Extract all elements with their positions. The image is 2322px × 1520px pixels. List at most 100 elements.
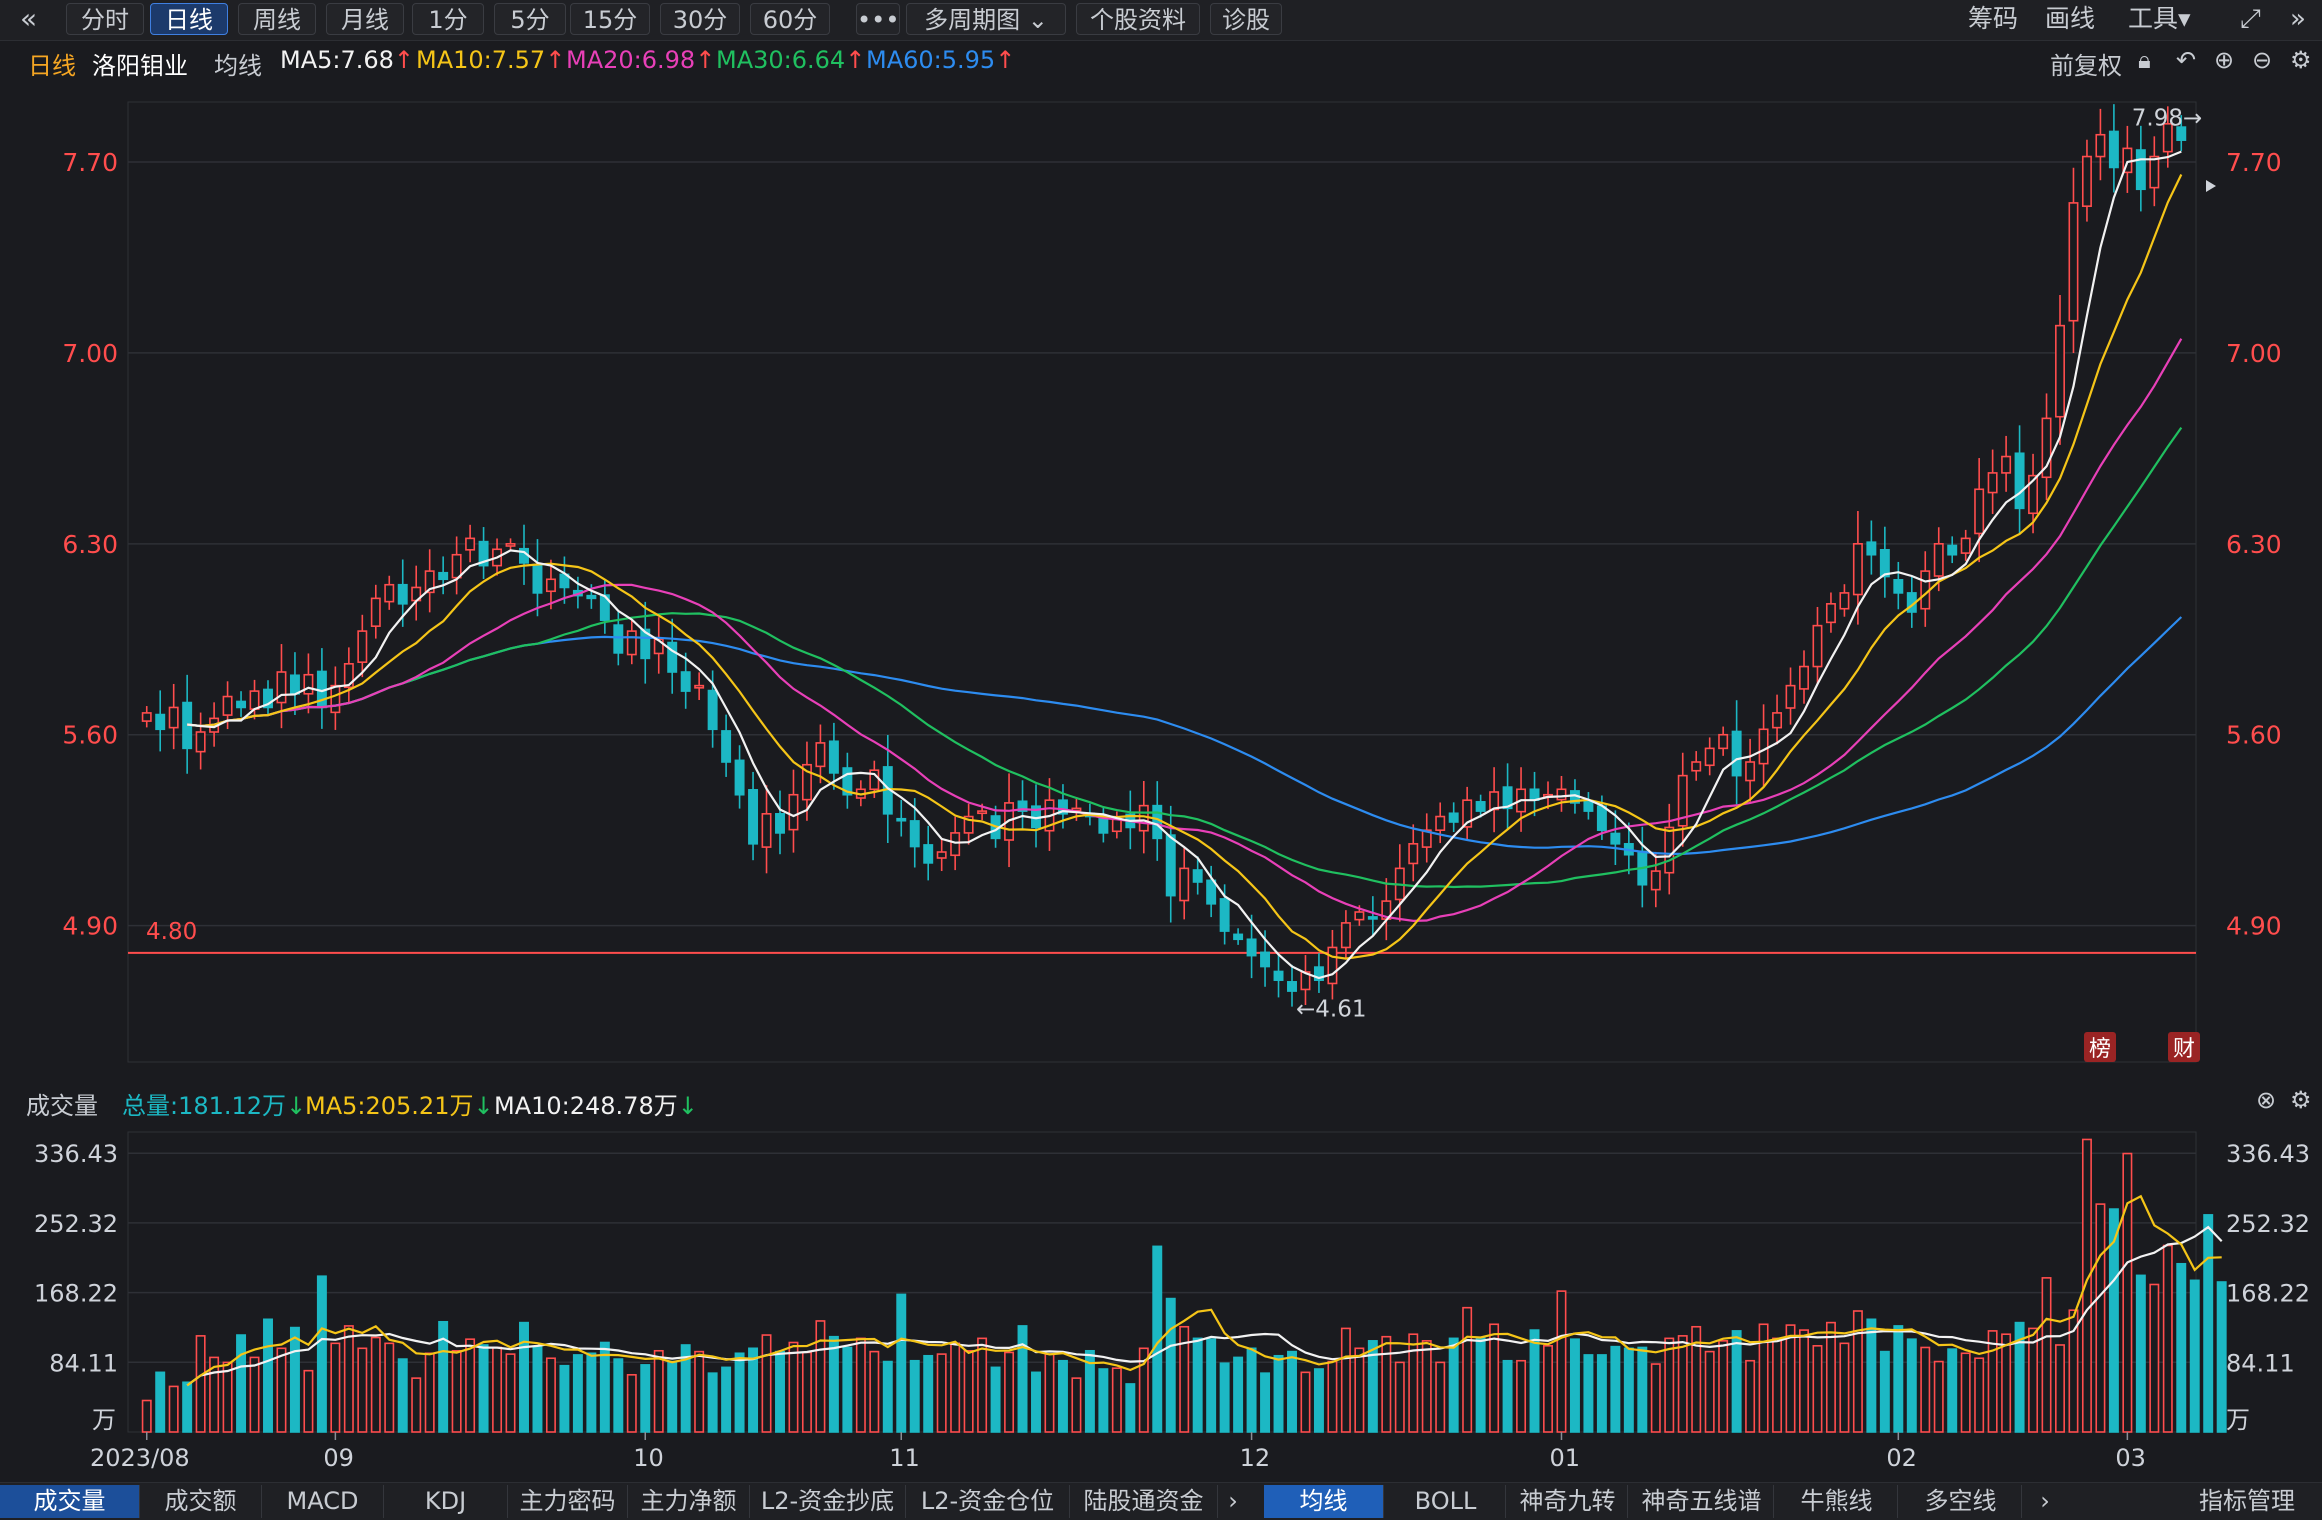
volume-bar <box>411 1377 422 1433</box>
volume-bar <box>1004 1351 1015 1433</box>
candle-body <box>195 731 206 753</box>
month-label: 10 <box>633 1444 664 1472</box>
volume-bar <box>1233 1356 1244 1433</box>
volume-bar <box>303 1369 314 1433</box>
high-annotation: 7.98→ <box>2132 106 2202 132</box>
candle-body <box>936 851 947 859</box>
candle-body <box>1596 805 1607 831</box>
candle-body <box>397 583 408 605</box>
month-label: 11 <box>889 1444 920 1472</box>
volume-bar <box>2189 1279 2200 1433</box>
overlay-tab-3[interactable]: 神奇五线谱 <box>1630 1485 1774 1518</box>
volume-bar <box>1017 1325 1028 1433</box>
volume-bar <box>1745 1359 1756 1433</box>
candle-body <box>1475 801 1486 812</box>
candle-body <box>545 578 556 593</box>
price-tick-left: 4.90 <box>62 912 118 941</box>
volume-tick-left: 252.32 <box>34 1210 118 1238</box>
overlay-tab-4[interactable]: 牛熊线 <box>1776 1485 1898 1518</box>
volume-bar <box>1071 1377 1082 1433</box>
candle-body <box>667 641 678 673</box>
candle-body <box>1825 603 1836 624</box>
volume-bar <box>2055 1344 2065 1433</box>
price-tick-left: 5.60 <box>62 721 118 750</box>
volume-unit-left: 万 <box>92 1406 116 1434</box>
badge-0[interactable]: 榜 <box>2089 1037 2111 1062</box>
volume-tick-right: 84.11 <box>2226 1349 2295 1377</box>
overlay-tab-5[interactable]: 多空线 <box>1900 1485 2022 1518</box>
volume-bar <box>896 1293 907 1433</box>
volume-bar <box>1192 1337 1203 1433</box>
volume-bar <box>478 1344 489 1433</box>
candle-body <box>1098 817 1109 834</box>
candle-body <box>384 583 395 603</box>
volume-bar <box>384 1342 395 1433</box>
volume-bar <box>1677 1335 1688 1433</box>
price-tick-right: 5.60 <box>2226 721 2282 750</box>
volume-bar <box>828 1335 839 1433</box>
bottom-tab-4[interactable]: 主力密码 <box>508 1485 628 1518</box>
volume-bar <box>1435 1361 1446 1433</box>
candle-body <box>1367 916 1378 920</box>
volume-bar <box>1569 1338 1580 1433</box>
candle-body <box>1799 665 1809 690</box>
bottom-tab-2[interactable]: MACD <box>262 1485 384 1518</box>
candle-body <box>1583 800 1594 812</box>
volume-bar <box>923 1354 934 1433</box>
volume-bar <box>761 1334 772 1433</box>
bottom-tab-0[interactable]: 成交量 <box>0 1485 140 1518</box>
volume-bar <box>1206 1338 1217 1433</box>
candle-body <box>465 537 476 551</box>
overlay-tab-0[interactable]: 均线 <box>1264 1485 1384 1518</box>
volume-bar <box>1354 1347 1365 1433</box>
overlay-tab-1[interactable]: BOLL <box>1386 1485 1506 1518</box>
volume-bar <box>330 1342 341 1433</box>
candle-body <box>1179 867 1190 902</box>
candle-body <box>680 671 691 692</box>
volume-bar <box>505 1353 516 1433</box>
kline-chart[interactable]: 7.70 7.70 7.00 7.00 6.30 6.30 5.60 5.60 4.90 4.90… <box>0 0 2322 1519</box>
candle-body <box>289 674 300 695</box>
bottom-tab-3[interactable]: KDJ <box>384 1485 508 1518</box>
volume-bar <box>1893 1325 1904 1433</box>
bottom-tab-6[interactable]: L2-资金抄底 <box>750 1485 906 1518</box>
volume-bar <box>1731 1330 1742 1433</box>
candle-body <box>1987 472 1998 494</box>
volume-bar <box>977 1337 988 1433</box>
candle-body <box>748 789 759 845</box>
candle-body <box>1219 898 1230 932</box>
volume-bar <box>1300 1371 1311 1433</box>
candle-body <box>815 742 826 768</box>
chevron-right-icon[interactable]: › <box>1218 1485 1248 1518</box>
chevron-right-icon[interactable]: › <box>2030 1485 2060 1518</box>
badge-1[interactable]: 财 <box>2173 1037 2195 1062</box>
bottom-tab-1[interactable]: 成交额 <box>140 1485 262 1518</box>
candle-body <box>141 712 152 722</box>
price-tick-left: 6.30 <box>62 530 118 559</box>
volume-bar <box>1246 1347 1257 1433</box>
volume-bar <box>357 1347 368 1433</box>
candle-body <box>1731 730 1742 777</box>
volume-bar <box>141 1399 152 1433</box>
volume-bar <box>1987 1330 1998 1433</box>
indicator-manage-button[interactable]: 指标管理 <box>2172 1485 2322 1518</box>
volume-bar <box>1596 1354 1607 1433</box>
volume-bar <box>1044 1353 1055 1433</box>
candle-body <box>1152 804 1163 840</box>
volume-bar <box>640 1364 651 1433</box>
candle-body <box>451 553 462 579</box>
volume-bar <box>653 1349 664 1433</box>
bottom-tab-7[interactable]: L2-资金仓位 <box>906 1485 1070 1518</box>
candle-body <box>2068 202 2079 322</box>
volume-bar <box>1947 1348 1958 1433</box>
bottom-tab-8[interactable]: 陆股通资金 <box>1070 1485 1218 1518</box>
bottom-indicator-bar: 成交量 成交额 MACD KDJ 主力密码 主力净额 L2-资金抄底 L2-资金仓位 陆股通资金… <box>0 1482 2322 1520</box>
candle-body <box>1691 761 1702 772</box>
overlay-tab-2[interactable]: 神奇九转 <box>1508 1485 1628 1518</box>
low-annotation: ←4.61 <box>1296 997 1366 1023</box>
candle-body <box>707 689 718 731</box>
bottom-tab-5[interactable]: 主力净额 <box>628 1485 750 1518</box>
volume-bar <box>1718 1340 1729 1433</box>
volume-tick-right: 168.22 <box>2226 1280 2310 1308</box>
volume-bar <box>775 1350 785 1433</box>
